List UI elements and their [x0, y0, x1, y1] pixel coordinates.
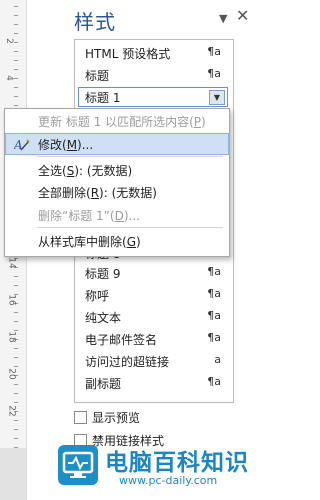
watermark: 电脑百科知识 www.pc-daily.com: [58, 440, 259, 500]
ruler-tick: [14, 33, 18, 34]
menu-item-remove-from-gallery[interactable]: 从样式库中删除(G): [6, 231, 228, 251]
menu-item-select-all[interactable]: 全选(S): (无数据): [6, 160, 228, 180]
chevron-down-icon[interactable]: ▼: [209, 90, 225, 105]
ruler-tick: [14, 105, 18, 106]
menu-item-remove-all[interactable]: 全部删除(R): (无数据): [6, 182, 228, 202]
monitor-logo-icon: [58, 445, 98, 485]
ruler-tick: [14, 384, 18, 385]
paragraph-char-icon: ¶a: [207, 331, 221, 344]
style-item[interactable]: 标题 9 ¶a: [85, 263, 227, 283]
ruler-number: 16: [6, 294, 17, 306]
ruler-tick: [14, 402, 18, 403]
ruler-tick: [14, 429, 18, 430]
pane-options-icon[interactable]: ▼: [219, 12, 227, 25]
style-item[interactable]: HTML 预设格式 ¶a: [85, 43, 227, 63]
paragraph-char-icon: ¶a: [207, 375, 221, 388]
char-style-icon: a: [214, 353, 221, 366]
close-icon[interactable]: ✕: [236, 6, 249, 25]
style-item[interactable]: 电子邮件签名 ¶a: [85, 329, 227, 349]
ruler-tick: [14, 87, 18, 88]
pane-title: 样式: [74, 10, 116, 34]
ruler-tick: [14, 348, 18, 349]
menu-item-modify[interactable]: A 修改(M)...: [5, 133, 229, 155]
ruler-number: 2: [3, 38, 14, 44]
ruler-number: 20: [6, 368, 17, 380]
ruler-number: 18: [6, 331, 17, 343]
style-context-menu: 更新 标题 1 以匹配所选内容(P) A 修改(M)... 全选(S): (无数…: [4, 108, 230, 257]
ruler-tick: [14, 96, 18, 97]
ruler-tick: [14, 321, 18, 322]
paragraph-char-icon: ¶a: [207, 45, 221, 58]
style-item[interactable]: 访问过的超链接 a: [85, 351, 227, 371]
paragraph-char-icon: ¶a: [207, 67, 221, 80]
ruler-number: 14: [6, 257, 17, 269]
ruler-number: 4: [3, 75, 14, 81]
ruler-tick: [14, 366, 18, 367]
menu-item-delete-style[interactable]: 删除“标题 1”(D)...: [6, 205, 228, 225]
ruler-tick: [14, 51, 18, 52]
ruler-tick: [14, 60, 18, 61]
ruler-tick: [14, 357, 18, 358]
ruler-tick: [14, 393, 18, 394]
style-item[interactable]: 副标题 ¶a: [85, 373, 227, 393]
show-preview-checkbox[interactable]: [74, 411, 87, 424]
ruler-margin: [0, 448, 26, 500]
menu-separator: [37, 156, 223, 157]
ruler-tick: [14, 420, 18, 421]
style-item[interactable]: 标题 ¶a: [85, 65, 227, 85]
paragraph-char-icon: ¶a: [207, 309, 221, 322]
style-item-selected[interactable]: 标题 1 ▼: [78, 87, 228, 107]
ruler-tick: [14, 438, 18, 439]
paragraph-char-icon: ¶a: [207, 265, 221, 278]
ruler-tick: [14, 24, 18, 25]
ruler-tick: [14, 312, 18, 313]
ruler-tick: [14, 69, 18, 70]
ruler-tick: [14, 276, 18, 277]
ruler-number: 22: [6, 405, 17, 417]
ruler-tick: [14, 42, 18, 43]
watermark-url: www.pc-daily.com: [119, 474, 218, 487]
style-item[interactable]: 称呼 ¶a: [85, 285, 227, 305]
style-item[interactable]: 纯文本 ¶a: [85, 307, 227, 327]
ruler-tick: [14, 285, 18, 286]
ruler-tick: [14, 6, 18, 7]
paragraph-char-icon: ¶a: [207, 287, 221, 300]
menu-separator: [37, 227, 223, 228]
ruler-tick: [14, 78, 18, 79]
watermark-title: 电脑百科知识: [105, 450, 249, 476]
menu-item-update-style[interactable]: 更新 标题 1 以匹配所选内容(P): [6, 111, 228, 131]
modify-style-icon: A: [14, 138, 30, 152]
ruler-tick: [14, 15, 18, 16]
